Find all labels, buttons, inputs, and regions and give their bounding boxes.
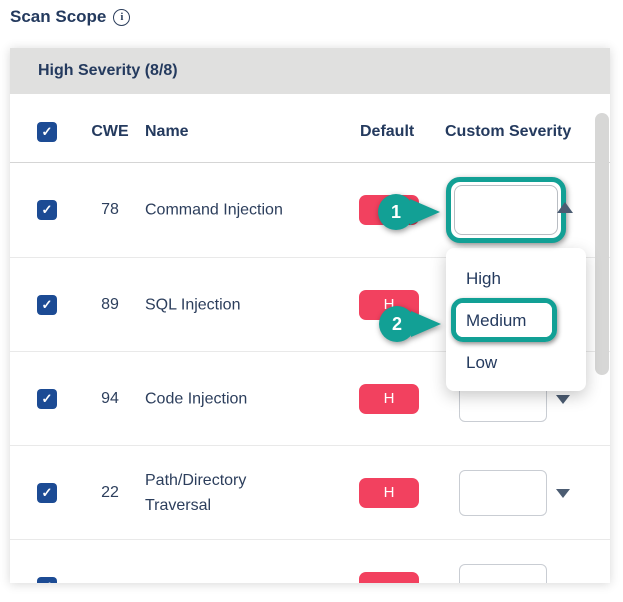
- row-checkbox[interactable]: ✓: [37, 295, 57, 315]
- row-checkbox[interactable]: ✓: [37, 200, 57, 220]
- cwe-name: SQL Injection: [145, 292, 305, 317]
- callout-pointer-icon: [410, 199, 440, 225]
- chevron-down-icon[interactable]: [556, 583, 570, 584]
- menu-item-medium[interactable]: Medium: [446, 300, 586, 342]
- table-row: ✓: [10, 539, 610, 583]
- chevron-up-icon[interactable]: [557, 202, 573, 213]
- highlight-ring-custom-severity-select: [446, 177, 566, 243]
- column-header-custom-severity: Custom Severity: [445, 123, 571, 141]
- severity-group-header: High Severity (8/8): [10, 48, 610, 94]
- custom-severity-select[interactable]: [459, 564, 547, 584]
- table-header: ✓ CWE Name Default Custom Severity: [10, 102, 610, 163]
- chevron-down-icon[interactable]: [556, 489, 570, 498]
- vertical-scrollbar-thumb[interactable]: [595, 113, 609, 375]
- row-checkbox[interactable]: ✓: [37, 389, 57, 409]
- menu-item-low[interactable]: Low: [446, 342, 586, 384]
- callout-pointer-icon: [411, 311, 441, 337]
- severity-dropdown-menu: High Medium Low: [446, 248, 586, 391]
- table-row: ✓ 22 Path/Directory Traversal H: [10, 445, 610, 539]
- step-number: 2: [379, 306, 415, 342]
- custom-severity-select[interactable]: [459, 470, 547, 516]
- column-header-default: Default: [360, 123, 414, 141]
- column-header-cwe: CWE: [85, 123, 135, 141]
- step-callout-2: 2: [379, 306, 441, 342]
- cwe-id: 78: [85, 201, 135, 219]
- scan-scope-screen: Scan Scope i High Severity (8/8) ✓ CWE N…: [0, 0, 623, 602]
- select-all-checkbox[interactable]: ✓: [37, 122, 57, 142]
- cwe-id: 94: [85, 390, 135, 408]
- menu-item-high[interactable]: High: [446, 258, 586, 300]
- page-title-row: Scan Scope i: [10, 7, 130, 27]
- custom-severity-select-open[interactable]: [454, 185, 558, 235]
- row-checkbox[interactable]: ✓: [37, 577, 57, 584]
- cwe-id: 22: [85, 484, 135, 502]
- row-checkbox[interactable]: ✓: [37, 483, 57, 503]
- default-severity-badge: H: [359, 384, 419, 414]
- default-severity-badge: [359, 572, 419, 584]
- chevron-down-icon[interactable]: [556, 395, 570, 404]
- step-number: 1: [378, 194, 414, 230]
- step-callout-1: 1: [378, 194, 440, 230]
- info-icon[interactable]: i: [113, 9, 130, 26]
- default-severity-badge: H: [359, 478, 419, 508]
- column-header-name: Name: [145, 123, 189, 141]
- page-title: Scan Scope: [10, 7, 106, 27]
- cwe-id: 89: [85, 296, 135, 314]
- severity-group-label: High Severity (8/8): [38, 62, 178, 80]
- cwe-name: Path/Directory Traversal: [145, 468, 305, 518]
- cwe-name: Command Injection: [145, 198, 305, 223]
- cwe-name: Code Injection: [145, 386, 305, 411]
